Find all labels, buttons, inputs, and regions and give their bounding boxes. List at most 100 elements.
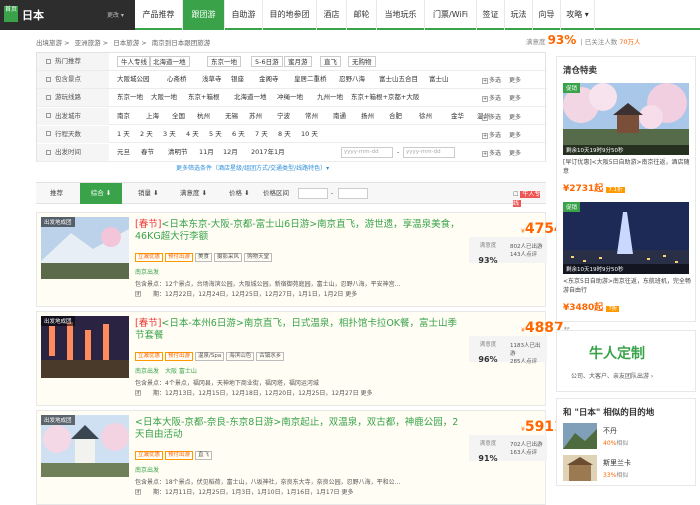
filter-option[interactable]: 大阪城公园 [117, 74, 150, 85]
filter-option[interactable]: 杭州 [197, 111, 210, 122]
nav-item[interactable]: 产品推荐 [135, 0, 183, 30]
filter-option[interactable]: 10 天 [301, 129, 318, 140]
date-from-input[interactable]: yyyy-mm-dd [341, 147, 393, 158]
filter-option[interactable]: 富士山五合目 [379, 74, 418, 85]
nav-item[interactable]: 目的地参团 [263, 0, 317, 30]
multi-select-button[interactable]: + 多选 [482, 75, 501, 85]
checkbox-icon[interactable]: ☐ [513, 191, 518, 198]
date-to-input[interactable]: yyyy-mm-dd [403, 147, 455, 158]
filter-option[interactable]: 无购物 [348, 56, 376, 67]
filter-option[interactable]: 上海 [146, 111, 159, 122]
more-options-link[interactable]: 更多 [509, 112, 521, 121]
sort-satisfaction[interactable]: 满意度 ⬇ [180, 183, 207, 204]
filter-option[interactable]: 直飞 [320, 56, 341, 67]
filter-option[interactable]: 6 天 [232, 129, 245, 140]
filter-option[interactable]: 银座 [231, 74, 244, 85]
filter-option[interactable]: 7 天 [255, 129, 268, 140]
similar-destination[interactable]: 斯里兰卡 33%相似 [563, 455, 689, 481]
filter-option[interactable]: 九州一地 [317, 92, 343, 103]
filter-option[interactable]: 无锡 [225, 111, 238, 122]
filter-option[interactable]: 冲绳一地 [277, 92, 303, 103]
filter-option[interactable]: 牛人专线 [117, 56, 151, 67]
filter-option[interactable]: 大阪一地 [151, 92, 177, 103]
multi-select-button[interactable]: + 多选 [482, 148, 501, 157]
nav-item[interactable]: 邮轮 [347, 0, 377, 30]
filter-option[interactable]: 全国 [172, 111, 185, 122]
nav-item[interactable]: 自助游 [225, 0, 263, 30]
filter-option[interactable]: 2 天 [140, 129, 153, 140]
nav-item[interactable]: 攻略 ▾ [561, 0, 595, 30]
filter-option[interactable]: 合肥 [389, 111, 402, 122]
filter-option[interactable]: 宁波 [277, 111, 290, 122]
filter-option[interactable]: 东京+箱根 [188, 92, 219, 103]
product-title-text[interactable]: <日本大阪-京都-奈良-东京8日游>南京起止，双温泉，双古都，神鹿公园，2天自由… [135, 417, 458, 440]
city-selector[interactable]: 首页 日本 更改 ▾ [0, 0, 135, 30]
custom-tour-subtitle[interactable]: 公司、大客户、亲友团队出游 › [571, 371, 653, 380]
filter-option[interactable]: 富士山 [429, 74, 449, 85]
product-title-text[interactable]: <日本东京-大阪-京都-富士山6日游>南京直飞，游世遗，享温泉美食，46KG超大… [135, 219, 460, 242]
filter-option[interactable]: 浅草寺 [202, 74, 222, 85]
product-title[interactable]: [春节]<日本东京-大阪-京都-富士山6日游>南京直飞，游世遗，享温泉美食，46… [135, 219, 465, 243]
filter-option[interactable]: 忍野八海 [339, 74, 365, 85]
review-count[interactable]: 163人点评 [510, 449, 543, 457]
review-count[interactable]: 285人点评 [510, 358, 545, 366]
nav-item[interactable]: 跟团游 [183, 0, 225, 30]
filter-option[interactable]: 金华 [451, 111, 464, 122]
breadcrumb-item[interactable]: 出境旅游 > [36, 39, 70, 47]
more-options-link[interactable]: 更多 [509, 75, 521, 84]
filter-option[interactable]: 3 天 [163, 129, 176, 140]
filter-option[interactable]: 东京一地 [207, 56, 241, 67]
nav-item[interactable]: 酒店 [317, 0, 347, 30]
price-min-input[interactable] [298, 188, 328, 199]
deal-image[interactable]: 促销 剩余10天19时9分50秒 [563, 202, 689, 274]
filter-option[interactable]: 1 天 [117, 129, 130, 140]
product-card[interactable]: 出发地成团 [春节]<日本-本州6日游>南京直飞，日式温泉，相扑馆卡拉OK餐，富士… [36, 311, 570, 406]
filter-option[interactable]: 12月 [223, 147, 238, 158]
multi-select-button[interactable]: + 多选 [482, 93, 501, 103]
more-options-link[interactable]: 更多 [509, 93, 521, 102]
filter-option[interactable]: 11月 [199, 147, 214, 158]
filter-option[interactable]: 5 天 [209, 129, 222, 140]
filter-option[interactable]: 心斋桥 [167, 74, 187, 85]
filter-option[interactable]: 蜜月游 [284, 56, 312, 67]
filter-option[interactable]: 东京+箱根+京都+大阪 [351, 92, 419, 103]
filter-option[interactable]: 春节 [141, 147, 154, 158]
filter-option[interactable]: 东京一地 [117, 92, 143, 103]
product-card[interactable]: 出发地成团 [春节]<日本东京-大阪-京都-富士山6日游>南京直飞，游世遗，享温泉… [36, 212, 570, 307]
deal-image[interactable]: 促销 剩余10天19时9分50秒 [563, 83, 689, 155]
nav-item[interactable]: 向导 [533, 0, 561, 30]
price-max-input[interactable] [338, 188, 368, 199]
multi-select-button[interactable]: + 多选 [482, 130, 501, 139]
custom-tour-box[interactable]: 牛人定制 公司、大客户、亲友团队出游 › [556, 330, 696, 392]
breadcrumb-item[interactable]: 亚洲旅游 > [75, 39, 109, 47]
sort-recommend[interactable]: 推荐 [50, 183, 63, 204]
similar-destination[interactable]: 不丹 40%相似 [563, 423, 689, 449]
filter-option[interactable]: 元旦 [117, 147, 130, 158]
change-city-link[interactable]: 更改 ▾ [107, 10, 124, 19]
multi-select-button[interactable]: + 多选 [482, 112, 501, 121]
filter-option[interactable]: 8 天 [278, 129, 291, 140]
product-thumbnail[interactable]: 出发地成团 [41, 316, 129, 378]
filter-option[interactable]: 常州 [305, 111, 318, 122]
filter-option[interactable]: 徐州 [419, 111, 432, 122]
nuren-filter[interactable]: ☐ 牛人专线 [513, 189, 546, 207]
nav-item[interactable]: 玩法 [505, 0, 533, 30]
more-options-link[interactable]: 更多 [509, 130, 521, 139]
product-title[interactable]: <日本大阪-京都-奈良-东京8日游>南京起止，双温泉，双古都，神鹿公园，2天自由… [135, 417, 465, 441]
tour-dates[interactable]: 团 期：12月11日，12月25日，1月3日，1月10日，1月16日，1月17日… [135, 488, 465, 498]
filter-option[interactable]: 北海道一地 [149, 56, 190, 67]
product-card[interactable]: 出发地成团 <日本大阪-京都-奈良-东京8日游>南京起止，双温泉，双古都，神鹿公园… [36, 410, 570, 505]
sort-sales[interactable]: 销量 ⬇ [138, 183, 159, 204]
sort-price[interactable]: 价格 ⬇ [229, 183, 250, 204]
more-conditions-link[interactable]: 更多筛选条件（酒店星级/组团方式/交通类型/线路特色）▾ [176, 163, 329, 172]
filter-option[interactable]: 金阁寺 [259, 74, 279, 85]
home-tag[interactable]: 首页 [4, 6, 18, 22]
product-thumbnail[interactable]: 出发地成团 [41, 217, 129, 279]
filter-option[interactable]: 清明节 [168, 147, 188, 158]
filter-option[interactable]: 苏州 [249, 111, 262, 122]
tour-dates[interactable]: 团 期：12月13日，12月15日，12月18日，12月20日，12月25日，1… [135, 389, 465, 399]
product-title-text[interactable]: <日本-本州6日游>南京直飞，日式温泉，相扑馆卡拉OK餐，富士山季节套餐 [135, 318, 457, 341]
more-options-link[interactable]: 更多 [509, 148, 521, 157]
product-thumbnail[interactable]: 出发地成团 [41, 415, 129, 477]
filter-option[interactable]: 2017年1月 [251, 147, 285, 158]
